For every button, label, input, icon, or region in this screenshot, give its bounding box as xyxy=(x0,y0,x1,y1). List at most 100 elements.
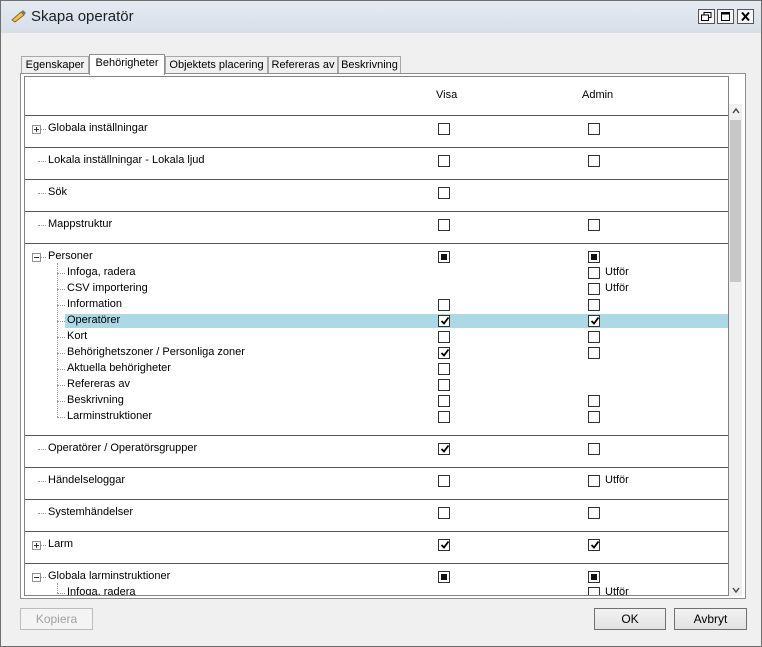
child-label[interactable]: Beskrivning xyxy=(67,394,124,406)
copy-button[interactable]: Kopiera xyxy=(20,608,93,630)
visa-checkbox[interactable] xyxy=(438,347,450,359)
visa-checkbox[interactable] xyxy=(438,219,450,231)
checkmark-icon xyxy=(440,316,450,325)
tree-connector xyxy=(57,289,65,291)
admin-checkbox[interactable] xyxy=(588,267,600,279)
group-label: Globala inställningar xyxy=(48,122,148,134)
utfor-label: Utför xyxy=(605,586,629,596)
admin-checkbox[interactable] xyxy=(588,443,600,455)
child-label[interactable]: Aktuella behörigheter xyxy=(67,362,171,374)
admin-checkbox[interactable] xyxy=(588,411,600,423)
child-label[interactable]: Infoga, radera xyxy=(67,266,136,278)
maximize-window-button[interactable] xyxy=(717,9,734,24)
pen-icon xyxy=(11,10,26,23)
visa-checkbox[interactable] xyxy=(438,299,450,311)
tree-connector xyxy=(41,129,46,131)
child-label[interactable]: Operatörer xyxy=(67,314,120,326)
tree-connector xyxy=(38,225,46,227)
close-window-button[interactable] xyxy=(737,9,754,24)
checkmark-icon xyxy=(590,316,600,325)
visa-checkbox[interactable] xyxy=(438,475,450,487)
tree-connector xyxy=(57,321,65,323)
tab-objektets-placering[interactable]: Objektets placering xyxy=(165,56,268,74)
tree-connector xyxy=(57,369,65,371)
visa-checkbox[interactable] xyxy=(438,539,450,551)
tab-egenskaper[interactable]: Egenskaper xyxy=(21,56,89,74)
visa-checkbox[interactable] xyxy=(438,411,450,423)
collapse-icon[interactable] xyxy=(32,573,41,582)
scroll-up-icon[interactable] xyxy=(732,108,740,114)
admin-checkbox[interactable] xyxy=(588,587,600,595)
admin-checkbox[interactable] xyxy=(588,395,600,407)
group-label: Operatörer / Operatörsgrupper xyxy=(48,442,198,454)
admin-checkbox[interactable] xyxy=(588,475,600,487)
child-label[interactable]: Information xyxy=(67,298,122,310)
tree-connector xyxy=(38,481,46,483)
column-header-admin: Admin xyxy=(582,89,614,101)
visa-checkbox[interactable] xyxy=(438,155,450,167)
visa-checkbox[interactable] xyxy=(438,379,450,391)
tree-connector xyxy=(57,583,59,593)
expand-icon[interactable] xyxy=(32,125,41,134)
collapse-icon[interactable] xyxy=(32,253,41,262)
grid-separator xyxy=(25,147,728,148)
admin-checkbox[interactable] xyxy=(588,299,600,311)
window-title: Skapa operatör xyxy=(31,8,134,25)
visa-checkbox[interactable] xyxy=(438,315,450,327)
admin-checkbox[interactable] xyxy=(588,347,600,359)
admin-checkbox[interactable] xyxy=(588,331,600,343)
tab-beskrivning[interactable]: Beskrivning xyxy=(338,56,401,74)
permissions-grid: Visa Admin Globala inställningar Lokala i… xyxy=(24,76,729,596)
admin-checkbox[interactable] xyxy=(588,315,600,327)
child-label[interactable]: Behörighetszoner / Personliga zoner xyxy=(67,346,245,358)
cancel-button[interactable]: Avbryt xyxy=(674,608,747,630)
grid-separator xyxy=(25,467,728,468)
visa-checkbox[interactable] xyxy=(438,123,450,135)
group-label: Globala larminstruktioner xyxy=(48,570,171,582)
grid-separator xyxy=(25,211,728,212)
admin-checkbox[interactable] xyxy=(588,571,600,583)
child-label[interactable]: Refereras av xyxy=(67,378,130,390)
grid-separator xyxy=(25,115,728,116)
vertical-scrollbar[interactable] xyxy=(729,104,742,596)
visa-checkbox[interactable] xyxy=(438,187,450,199)
utfor-label: Utför xyxy=(605,474,629,486)
tree-connector xyxy=(41,257,46,259)
admin-checkbox[interactable] xyxy=(588,507,600,519)
checkmark-icon xyxy=(590,540,600,549)
visa-checkbox[interactable] xyxy=(438,251,450,263)
visa-checkbox[interactable] xyxy=(438,395,450,407)
admin-checkbox[interactable] xyxy=(588,219,600,231)
expand-icon[interactable] xyxy=(32,541,41,550)
admin-checkbox[interactable] xyxy=(588,251,600,263)
title-bar: Skapa operatör xyxy=(1,1,761,33)
grid-separator xyxy=(25,499,728,500)
utfor-label: Utför xyxy=(605,282,629,294)
tree-connector xyxy=(57,593,65,595)
scroll-thumb[interactable] xyxy=(730,120,741,282)
visa-checkbox[interactable] xyxy=(438,571,450,583)
child-label[interactable]: Kort xyxy=(67,330,87,342)
ok-button[interactable]: OK xyxy=(594,608,666,630)
visa-checkbox[interactable] xyxy=(438,331,450,343)
child-label[interactable]: Infoga, radera xyxy=(67,586,136,595)
tree-connector xyxy=(41,577,46,579)
restore-window-button[interactable] xyxy=(698,9,715,24)
admin-checkbox[interactable] xyxy=(588,123,600,135)
tree-connector xyxy=(57,353,65,355)
visa-checkbox[interactable] xyxy=(438,507,450,519)
admin-checkbox[interactable] xyxy=(588,283,600,295)
tree-connector xyxy=(57,401,65,403)
admin-checkbox[interactable] xyxy=(588,155,600,167)
group-label: Larm xyxy=(48,538,74,550)
scroll-down-icon[interactable] xyxy=(732,587,740,593)
admin-checkbox[interactable] xyxy=(588,539,600,551)
visa-checkbox[interactable] xyxy=(438,443,450,455)
tree-connector xyxy=(57,385,65,387)
tab-refereras-av[interactable]: Refereras av xyxy=(268,56,338,74)
tree-connector xyxy=(41,545,46,547)
tab-behörigheter[interactable]: Behörigheter xyxy=(89,54,165,75)
visa-checkbox[interactable] xyxy=(438,363,450,375)
child-label[interactable]: Larminstruktioner xyxy=(67,410,152,422)
child-label[interactable]: CSV importering xyxy=(67,282,148,294)
